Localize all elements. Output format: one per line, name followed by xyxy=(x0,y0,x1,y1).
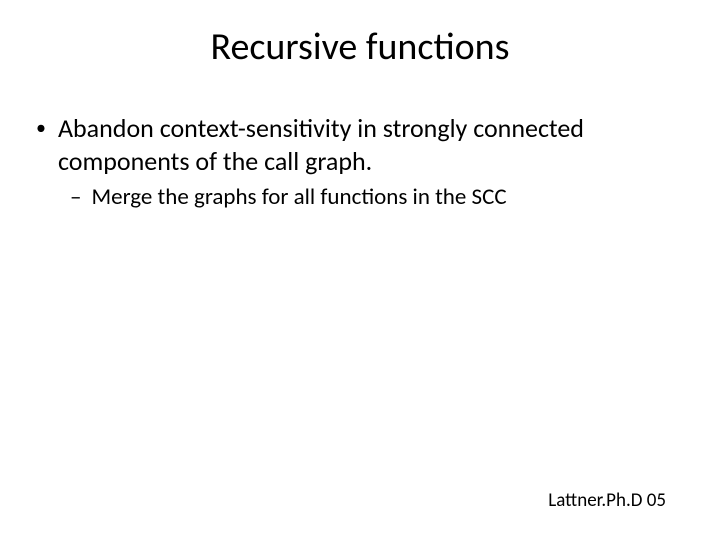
slide-content: • Abandon context-sensitivity in strongl… xyxy=(0,112,720,212)
bullet-marker-dash: – xyxy=(70,183,81,212)
bullet-text: Merge the graphs for all functions in th… xyxy=(91,183,684,212)
bullet-text: Abandon context-sensitivity in strongly … xyxy=(58,112,684,177)
citation: Lattner.Ph.D 05 xyxy=(548,489,666,512)
bullet-level-1: • Abandon context-sensitivity in strongl… xyxy=(36,112,684,177)
bullet-marker-disc: • xyxy=(36,112,46,144)
slide-title: Recursive functions xyxy=(0,24,720,70)
bullet-level-2: – Merge the graphs for all functions in … xyxy=(70,183,684,212)
slide: Recursive functions • Abandon context-se… xyxy=(0,0,720,540)
